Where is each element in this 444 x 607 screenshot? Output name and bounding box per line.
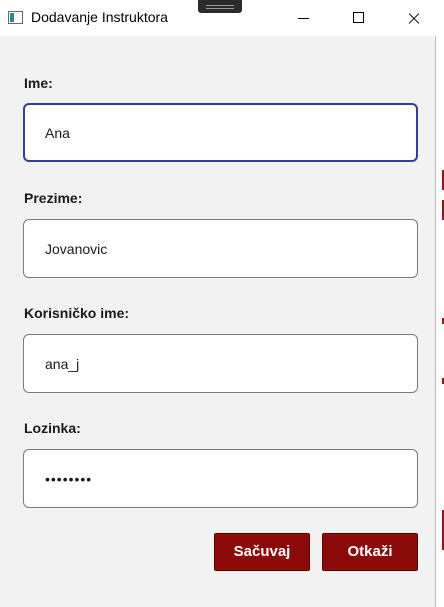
window-title: Dodavanje Instruktora [31,9,168,25]
maximize-icon [353,12,364,23]
app-window-icon [8,11,23,24]
close-icon [407,11,421,25]
close-button[interactable] [390,0,436,36]
title-bar[interactable]: Dodavanje Instruktora [0,0,436,36]
password-label: Lozinka: [24,420,81,436]
username-label: Korisničko ime: [24,305,130,321]
username-input[interactable] [23,334,418,393]
save-button[interactable]: Sačuvaj [214,533,310,571]
snap-layout-handle[interactable] [198,0,242,13]
cancel-button[interactable]: Otkaži [322,533,418,571]
dialog-window: Dodavanje Instruktora Ime: Prezime: Kori… [0,0,436,607]
first-name-input[interactable] [23,103,418,162]
first-name-label: Ime: [24,75,53,91]
password-input[interactable] [23,449,418,508]
last-name-input[interactable] [23,219,418,278]
minimize-button[interactable] [280,0,326,36]
minimize-icon [298,18,309,19]
last-name-label: Prezime: [24,190,83,206]
maximize-button[interactable] [335,0,381,36]
